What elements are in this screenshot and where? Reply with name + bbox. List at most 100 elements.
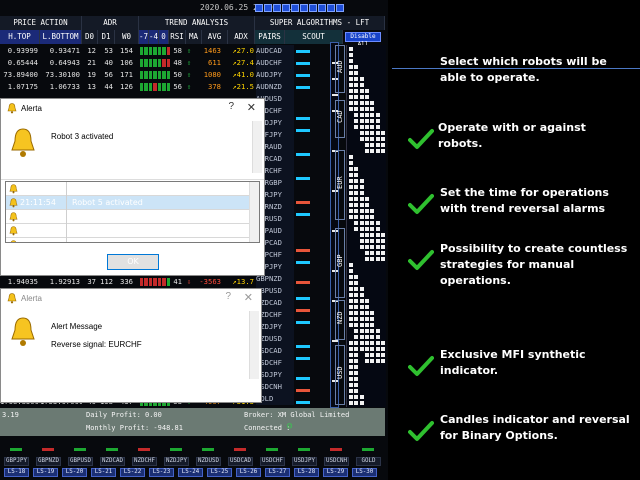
robot-cell[interactable] bbox=[359, 341, 364, 345]
robot-cell[interactable] bbox=[349, 179, 353, 183]
robot-cell[interactable] bbox=[364, 251, 369, 255]
robot-cell[interactable] bbox=[349, 71, 353, 75]
toolbar-chip[interactable] bbox=[273, 4, 281, 12]
toolbar-chip[interactable] bbox=[309, 4, 317, 12]
toolbar-chip[interactable] bbox=[291, 4, 299, 12]
robot-cell[interactable] bbox=[354, 83, 359, 87]
table-row[interactable]: 1.94035 1.92913 37 112 336 41 ⇩ -3563 ↗13.7 bbox=[0, 276, 260, 288]
robot-cell[interactable] bbox=[354, 305, 359, 309]
robot-cell[interactable] bbox=[349, 209, 353, 213]
message-scrollbar[interactable] bbox=[252, 121, 262, 173]
robot-cell[interactable] bbox=[359, 77, 364, 81]
robot-cell[interactable] bbox=[359, 311, 364, 315]
robot-cell[interactable] bbox=[349, 395, 353, 399]
robot-cell[interactable] bbox=[349, 281, 353, 285]
robot-cell[interactable] bbox=[375, 353, 380, 357]
ls-button[interactable]: LS-23 bbox=[149, 468, 174, 477]
robot-cell[interactable] bbox=[375, 143, 380, 147]
robot-cell[interactable] bbox=[364, 95, 369, 99]
ls-button[interactable]: LS-18 bbox=[4, 468, 29, 477]
robot-cell[interactable] bbox=[354, 209, 359, 213]
pair-label[interactable]: AUDCAD bbox=[256, 45, 294, 57]
robot-cell[interactable] bbox=[349, 107, 353, 111]
robot-cell[interactable] bbox=[370, 221, 375, 225]
bottom-pair-button[interactable]: USDCNH bbox=[324, 457, 349, 466]
robot-cell[interactable] bbox=[370, 329, 375, 333]
robot-cell[interactable] bbox=[364, 341, 369, 345]
robot-cell[interactable] bbox=[359, 329, 364, 333]
robot-cell[interactable] bbox=[349, 293, 353, 297]
robot-cell[interactable] bbox=[375, 341, 380, 345]
bottom-pair-button[interactable]: GBPUSD bbox=[68, 457, 93, 466]
ls-button[interactable]: LS-19 bbox=[33, 468, 58, 477]
robot-cell[interactable] bbox=[354, 389, 359, 393]
bottom-pair-button[interactable]: NZDCAD bbox=[100, 457, 125, 466]
toolbar-chip[interactable] bbox=[264, 4, 272, 12]
robot-cell[interactable] bbox=[349, 305, 353, 309]
robot-cell[interactable] bbox=[354, 353, 359, 357]
robot-cell[interactable] bbox=[359, 293, 364, 297]
robot-cell[interactable] bbox=[349, 353, 353, 357]
robot-cell[interactable] bbox=[364, 335, 369, 339]
robot-cell[interactable] bbox=[349, 197, 353, 201]
pair-label[interactable]: AUDNZD bbox=[256, 81, 294, 93]
robot-cell[interactable] bbox=[354, 173, 359, 177]
bottom-pair-button[interactable]: GOLD bbox=[356, 457, 381, 466]
robot-cell[interactable] bbox=[359, 245, 364, 249]
robot-cell[interactable] bbox=[370, 149, 375, 153]
close-button[interactable]: ✕ bbox=[247, 101, 256, 114]
robot-cell[interactable] bbox=[349, 263, 353, 267]
table-row[interactable]: 73.89400 73.30100 19 56 171 50 ⇧ 1080 ↗41.0 bbox=[0, 69, 260, 81]
robot-cell[interactable] bbox=[349, 101, 353, 105]
ls-button[interactable]: LS-27 bbox=[265, 468, 290, 477]
pair-label[interactable]: AUDJPY bbox=[256, 69, 294, 81]
robot-cell[interactable] bbox=[359, 287, 364, 291]
ls-button[interactable]: LS-22 bbox=[120, 468, 145, 477]
list-scrollbar[interactable] bbox=[249, 182, 259, 242]
robot-cell[interactable] bbox=[354, 395, 359, 399]
toolbar-chip[interactable] bbox=[255, 4, 263, 12]
robot-cell[interactable] bbox=[349, 95, 353, 99]
robot-cell[interactable] bbox=[364, 347, 369, 351]
bottom-pair-button[interactable]: NZDJPY bbox=[164, 457, 189, 466]
ls-button[interactable]: LS-21 bbox=[91, 468, 116, 477]
robot-cell[interactable] bbox=[364, 227, 369, 231]
list-item[interactable]: 21:11:54 Robot 3 activated bbox=[6, 182, 259, 196]
robot-cell[interactable] bbox=[359, 137, 364, 141]
robot-cell[interactable] bbox=[359, 113, 364, 117]
robot-cell[interactable] bbox=[364, 197, 369, 201]
robot-cell[interactable] bbox=[364, 215, 369, 219]
robot-cell[interactable] bbox=[370, 251, 375, 255]
robot-cell[interactable] bbox=[359, 239, 364, 243]
bottom-pair-button[interactable]: USDJPY bbox=[292, 457, 317, 466]
robot-cell[interactable] bbox=[364, 125, 369, 129]
robot-cell[interactable] bbox=[375, 113, 380, 117]
robot-cell[interactable] bbox=[354, 341, 359, 345]
robot-cell[interactable] bbox=[375, 233, 380, 237]
robot-cell[interactable] bbox=[380, 353, 385, 357]
list-item[interactable]: 21:11:54 Robot 6 activated bbox=[6, 210, 259, 224]
robot-cell[interactable] bbox=[354, 335, 359, 339]
robot-cell[interactable] bbox=[354, 293, 359, 297]
robot-cell[interactable] bbox=[359, 119, 364, 123]
robot-cell[interactable] bbox=[359, 83, 364, 87]
robot-cell[interactable] bbox=[354, 101, 359, 105]
robot-cell[interactable] bbox=[370, 359, 375, 363]
robot-cell[interactable] bbox=[349, 341, 353, 345]
robot-cell[interactable] bbox=[349, 269, 353, 273]
robot-cell[interactable] bbox=[354, 329, 359, 333]
robot-cell[interactable] bbox=[370, 341, 375, 345]
robot-cell[interactable] bbox=[380, 131, 385, 135]
robot-cell[interactable] bbox=[359, 227, 364, 231]
table-row[interactable]: 0.65444 0.64943 21 40 106 48 ⇧ 611 ↗27.4 bbox=[0, 57, 260, 69]
robot-cell[interactable] bbox=[364, 107, 369, 111]
robot-cell[interactable] bbox=[349, 365, 353, 369]
robot-cell[interactable] bbox=[359, 89, 364, 93]
robot-cell[interactable] bbox=[364, 137, 369, 141]
robot-cell[interactable] bbox=[354, 215, 359, 219]
robot-cell[interactable] bbox=[354, 221, 359, 225]
robot-cell[interactable] bbox=[370, 323, 375, 327]
robot-cell[interactable] bbox=[370, 311, 375, 315]
robot-cell[interactable] bbox=[380, 251, 385, 255]
robot-cell[interactable] bbox=[380, 239, 385, 243]
